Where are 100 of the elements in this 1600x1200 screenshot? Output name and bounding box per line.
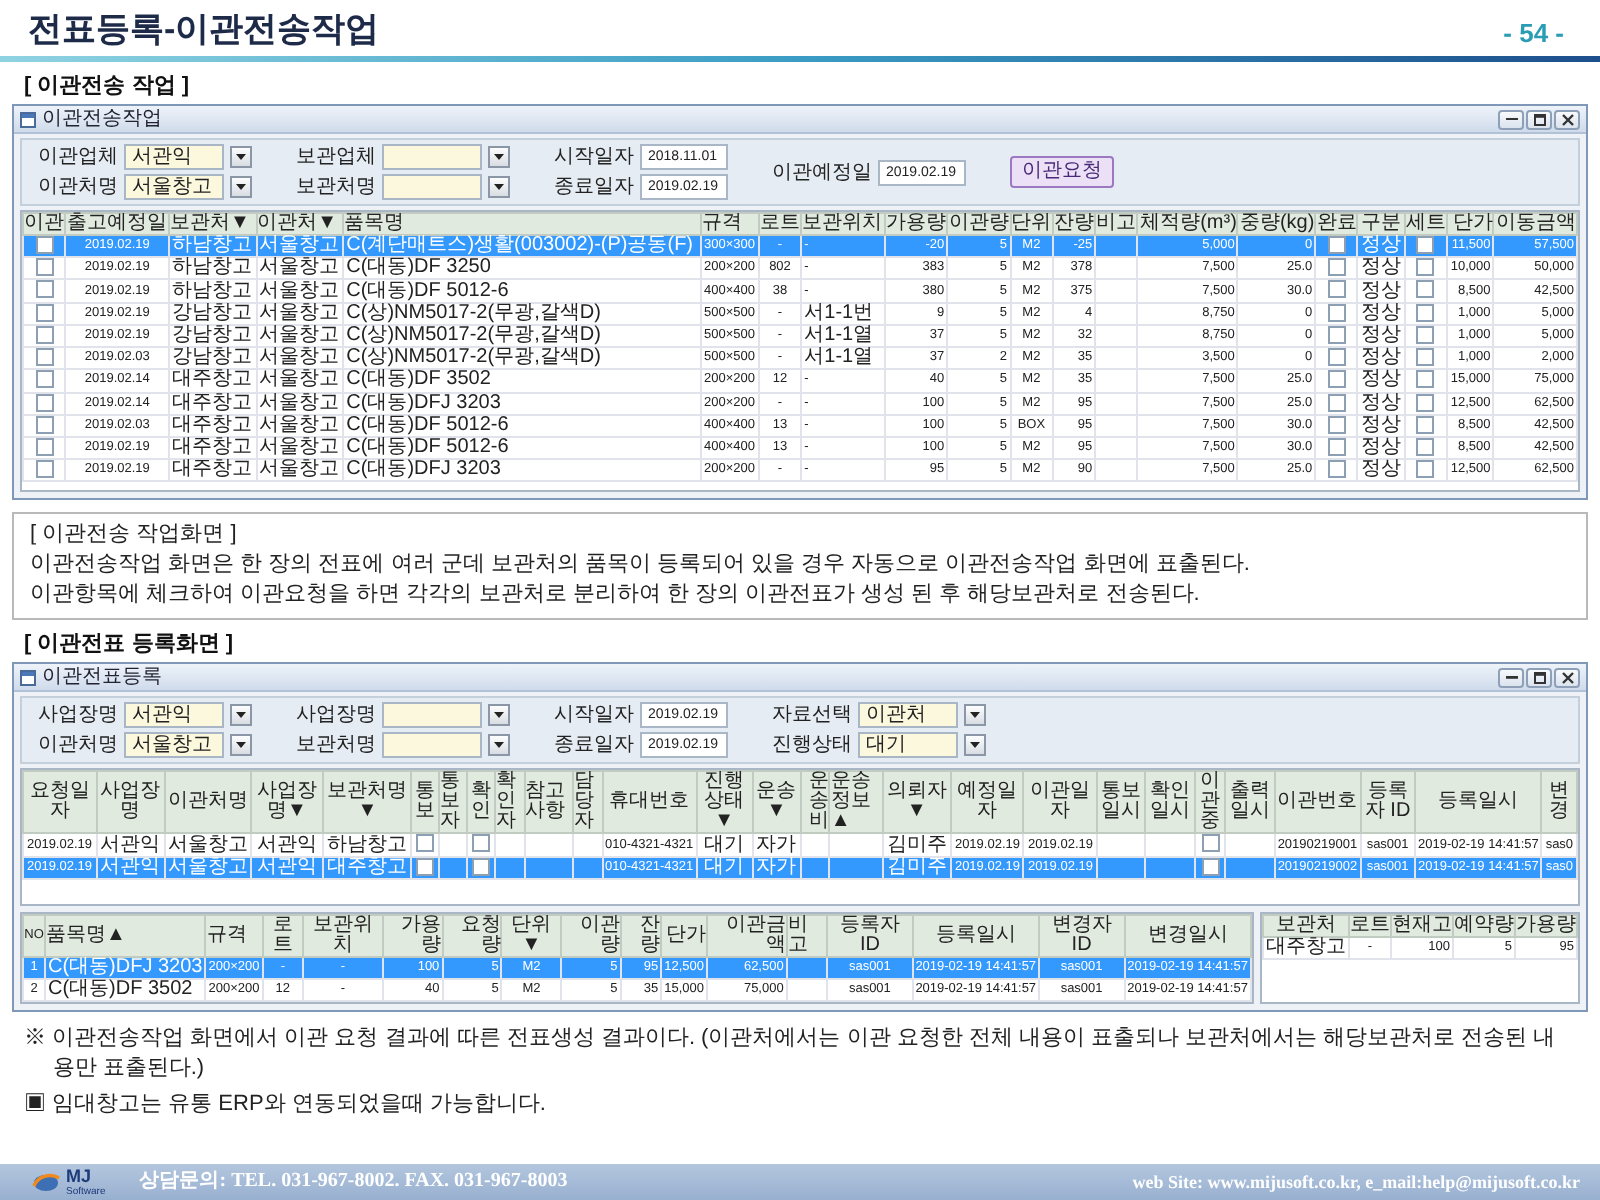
checkbox[interactable] [1416, 236, 1435, 254]
close-button[interactable] [1554, 109, 1580, 129]
column-header[interactable]: 변경 [1541, 771, 1577, 834]
dropdown-button[interactable] [488, 704, 510, 727]
checkbox[interactable] [472, 834, 491, 853]
dropdown-field[interactable]: 서울창고 [124, 732, 224, 759]
column-header[interactable]: 확인자 [495, 771, 525, 834]
column-header[interactable]: 품목명 [343, 213, 701, 235]
column-header[interactable]: 이관량 [561, 914, 621, 957]
checkbox[interactable] [1416, 258, 1435, 277]
column-header[interactable]: 운송비 [800, 771, 830, 834]
column-header[interactable]: 변경자 ID [1039, 914, 1125, 957]
column-header[interactable]: 잔량 [620, 914, 662, 957]
column-header[interactable]: 등록자 ID [1360, 771, 1416, 834]
column-header[interactable]: 보관위치 [303, 914, 383, 957]
column-header[interactable]: 단가 [1447, 213, 1494, 235]
dropdown-button[interactable] [488, 734, 510, 757]
column-header[interactable]: 세트 [1404, 213, 1448, 235]
column-header[interactable]: 출고예정일 [65, 213, 169, 235]
column-header[interactable]: 담당자 [573, 771, 603, 834]
checkbox[interactable] [1416, 280, 1435, 299]
dropdown-button[interactable] [488, 146, 510, 168]
column-header[interactable]: 등록일시 [1415, 771, 1542, 834]
column-header[interactable]: 로트 [758, 213, 802, 235]
column-header[interactable]: 이관처명 [164, 771, 251, 834]
checkbox[interactable] [1327, 236, 1346, 254]
column-header[interactable]: 중량(kg) [1237, 213, 1316, 235]
dropdown-button[interactable] [230, 704, 252, 727]
column-header[interactable]: 참고사항 [524, 771, 574, 834]
checkbox[interactable] [35, 370, 54, 389]
minimize-button[interactable] [1498, 667, 1524, 688]
checkbox[interactable] [416, 834, 435, 853]
column-header[interactable]: 통보 [411, 771, 439, 834]
column-header[interactable]: 단가 [661, 914, 708, 957]
minimize-button[interactable] [1498, 109, 1524, 129]
column-header[interactable]: 체적량(m³) [1137, 213, 1238, 235]
dropdown-button[interactable] [230, 734, 252, 757]
column-header[interactable]: 단위 [1010, 213, 1053, 235]
column-header[interactable]: 의뢰자▼ [882, 771, 951, 834]
checkbox[interactable] [35, 236, 54, 254]
column-header[interactable]: 품목명▲ [45, 914, 206, 957]
column-header[interactable]: 가용량 [1515, 914, 1577, 937]
column-header[interactable]: 로트 [1349, 914, 1391, 937]
dropdown-field[interactable]: 서울창고 [124, 174, 224, 200]
maximize-button[interactable] [1526, 667, 1552, 688]
dropdown-field[interactable] [382, 144, 482, 170]
column-header[interactable]: 보관처 [1263, 914, 1349, 937]
column-header[interactable]: 등록자 ID [827, 914, 913, 957]
column-header[interactable]: 예약량 [1453, 914, 1515, 937]
column-header[interactable]: 이관중 [1194, 771, 1226, 834]
column-header[interactable]: 요청일자 [23, 771, 96, 834]
column-header[interactable]: 휴대번호 [602, 771, 697, 834]
checkbox[interactable] [35, 258, 54, 277]
checkbox[interactable] [1201, 834, 1220, 853]
checkbox[interactable] [1416, 348, 1435, 367]
column-header[interactable]: 이관금액 [707, 914, 787, 957]
column-header[interactable]: 이동금액 [1493, 213, 1577, 235]
dropdown-button[interactable] [964, 734, 986, 757]
column-header[interactable]: 이관일자 [1023, 771, 1097, 834]
column-header[interactable]: 통보자 [438, 771, 468, 834]
column-header[interactable]: 이관 [23, 213, 66, 235]
column-header[interactable]: 사업장명▼ [250, 771, 324, 834]
column-header[interactable]: 통보일시 [1096, 771, 1146, 834]
column-header[interactable]: 비고 [786, 914, 828, 957]
checkbox[interactable] [1327, 258, 1346, 277]
column-header[interactable]: 완료 [1315, 213, 1358, 235]
dropdown-field[interactable]: 서관익 [124, 702, 224, 729]
column-header[interactable]: 확인일시 [1145, 771, 1195, 834]
column-header[interactable]: 요청량 [442, 914, 502, 957]
column-header[interactable]: 확인 [467, 771, 496, 834]
column-header[interactable]: 가용량 [382, 914, 443, 957]
checkbox[interactable] [1416, 370, 1435, 389]
checkbox[interactable] [35, 460, 54, 479]
column-header[interactable]: 현재고 [1391, 914, 1453, 937]
column-header[interactable]: 가용량 [884, 213, 948, 235]
dropdown-field[interactable]: 이관처 [858, 702, 958, 729]
column-header[interactable]: 등록일시 [912, 914, 1040, 957]
request-button[interactable]: 이관요청 [1010, 156, 1114, 188]
column-header[interactable]: 보관처명▼ [323, 771, 412, 834]
column-header[interactable]: 구분 [1357, 213, 1405, 235]
checkbox[interactable] [1416, 460, 1435, 479]
maximize-button[interactable] [1526, 109, 1552, 129]
column-header[interactable]: 이관처▼ [256, 213, 344, 235]
dropdown-field[interactable]: 서관익 [124, 144, 224, 170]
column-header[interactable]: 비고 [1095, 213, 1138, 235]
column-header[interactable]: 잔량 [1052, 213, 1096, 235]
dropdown-button[interactable] [964, 704, 986, 727]
column-header[interactable]: 출력일시 [1225, 771, 1275, 834]
column-header[interactable]: 운송정보▲ [829, 771, 883, 834]
checkbox[interactable] [1327, 370, 1346, 389]
close-button[interactable] [1554, 667, 1580, 688]
column-header[interactable]: 규격 [205, 914, 263, 957]
dropdown-field[interactable] [382, 174, 482, 200]
dropdown-button[interactable] [488, 176, 510, 198]
column-header[interactable]: 이관량 [947, 213, 1011, 235]
checkbox[interactable] [1327, 348, 1346, 367]
column-header[interactable]: 진행상태▼ [696, 771, 752, 834]
column-header[interactable]: 보관처▼ [168, 213, 257, 235]
column-header[interactable]: 사업장명 [96, 771, 165, 834]
dropdown-button[interactable] [230, 146, 252, 168]
